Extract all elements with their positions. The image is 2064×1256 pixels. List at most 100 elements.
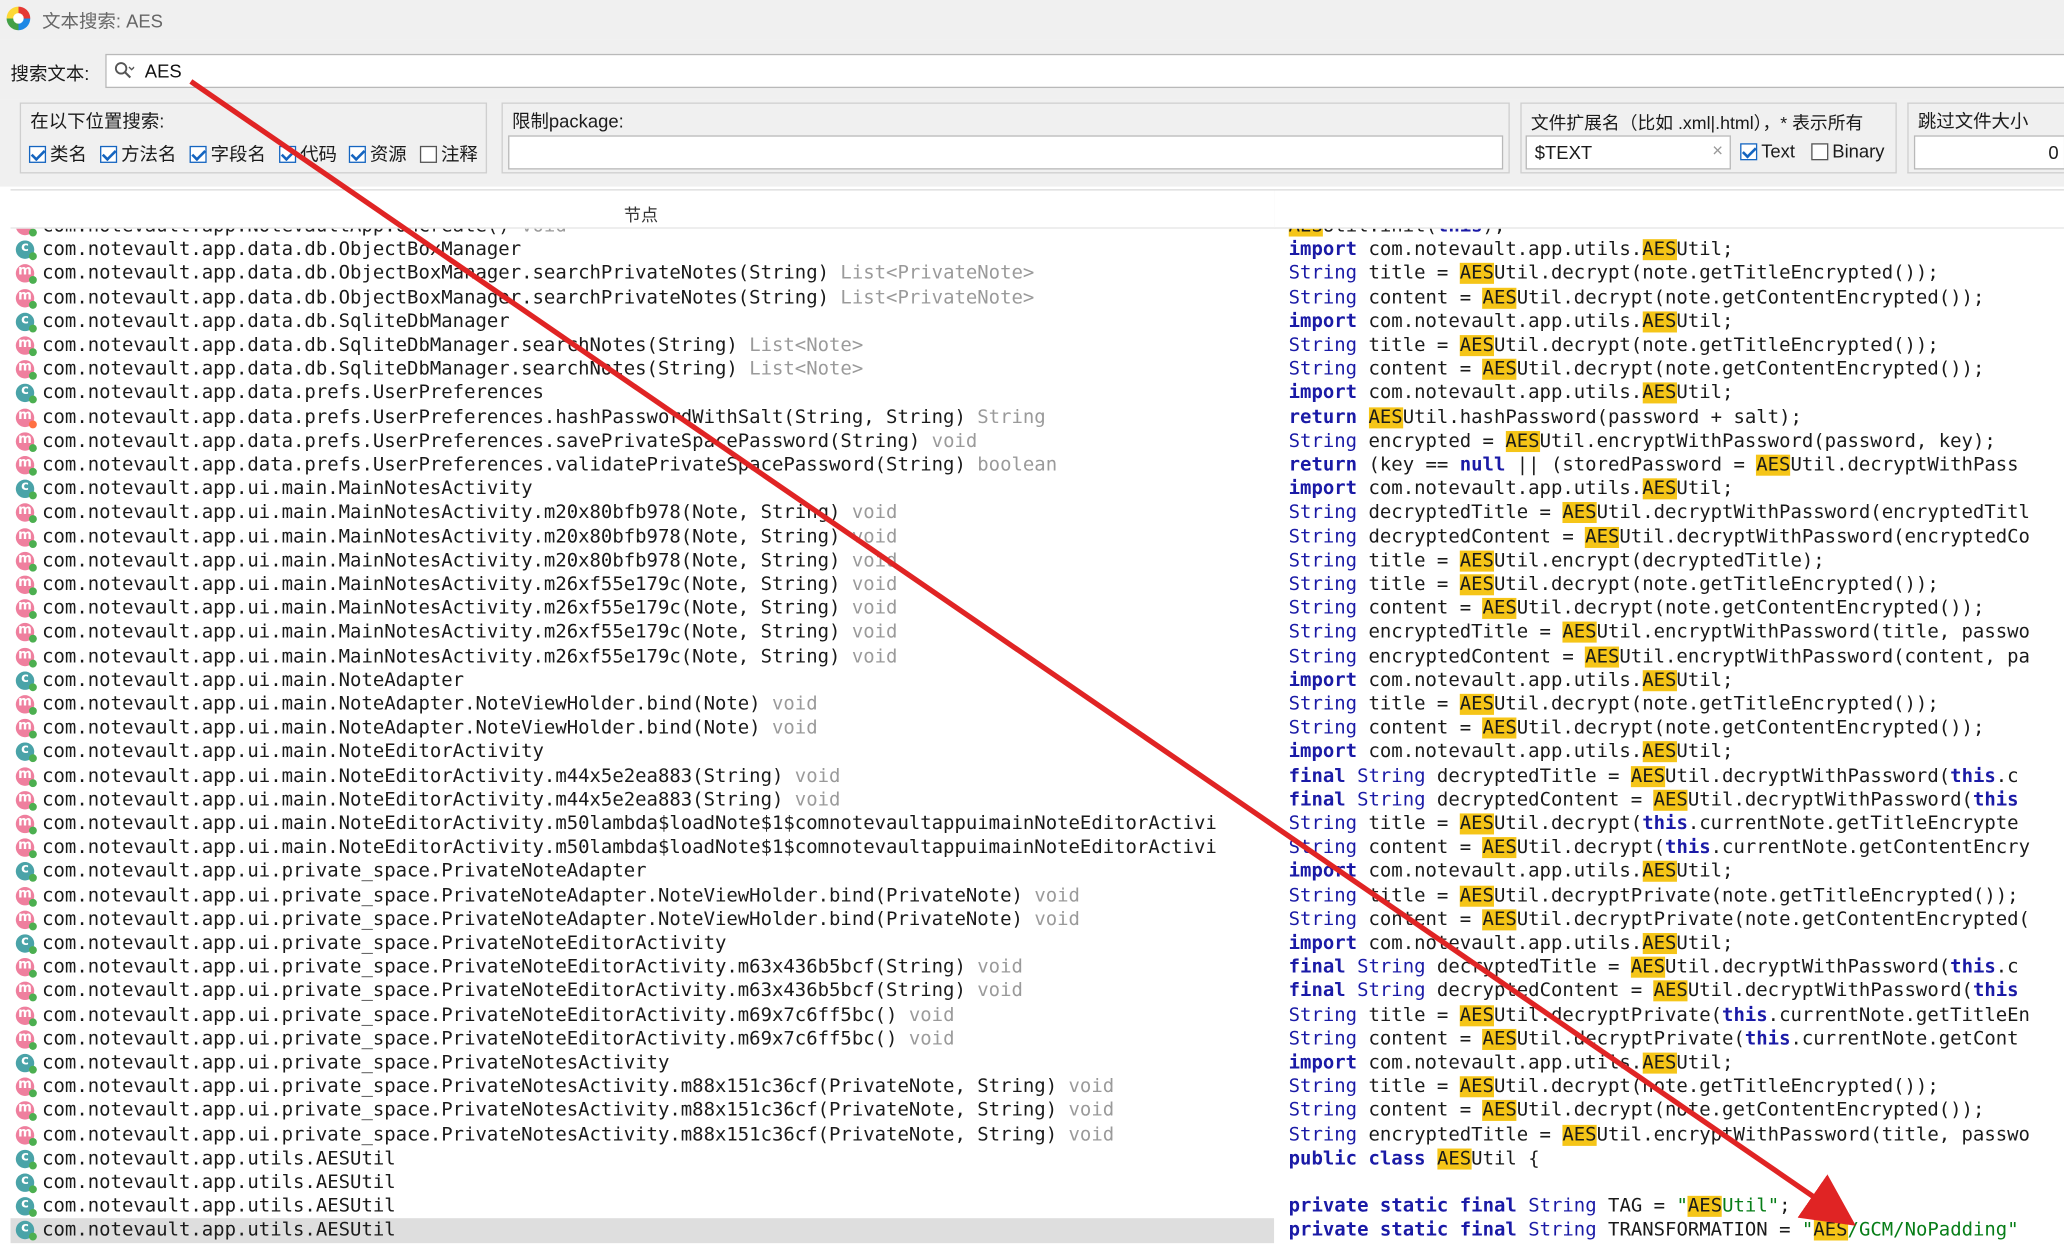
- node-row[interactable]: com.notevault.app.ui.main.MainNotesActiv…: [11, 549, 1275, 573]
- node-row[interactable]: com.notevault.app.ui.main.MainNotesActiv…: [11, 525, 1275, 549]
- code-line[interactable]: String decryptedTitle = AESUtil.decryptW…: [1289, 501, 2030, 525]
- node-row[interactable]: com.notevault.app.ui.main.MainNotesActiv…: [11, 501, 1275, 525]
- node-row[interactable]: com.notevault.app.data.prefs.UserPrefere…: [11, 429, 1275, 453]
- code-line[interactable]: String content = AESUtil.decrypt(note.ge…: [1289, 716, 1984, 740]
- scope-method-checkbox[interactable]: 方法名: [100, 141, 176, 167]
- node-row[interactable]: com.notevault.app.ui.main.NoteEditorActi…: [11, 740, 1275, 764]
- code-line[interactable]: String encryptedTitle = AESUtil.encryptW…: [1289, 621, 2030, 645]
- node-row[interactable]: com.notevault.app.ui.private_space.Priva…: [11, 1051, 1275, 1075]
- checkbox-checked-icon[interactable]: [28, 145, 47, 163]
- node-row[interactable]: com.notevault.app.ui.private_space.Priva…: [11, 980, 1275, 1004]
- code-line[interactable]: public class AESUtil {: [1289, 1147, 1540, 1171]
- scope-resource-checkbox[interactable]: 资源: [348, 141, 407, 167]
- node-row[interactable]: com.notevault.app.ui.private_space.Priva…: [11, 1075, 1275, 1099]
- checkbox-checked-icon[interactable]: [189, 145, 207, 163]
- scope-class-checkbox[interactable]: 类名: [28, 141, 87, 167]
- code-line[interactable]: String decryptedContent = AESUtil.decryp…: [1289, 525, 2030, 549]
- node-row[interactable]: com.notevault.app.ui.private_space.Priva…: [11, 908, 1275, 932]
- node-row[interactable]: com.notevault.app.data.db.SqliteDbManage…: [11, 358, 1275, 382]
- node-row[interactable]: com.notevault.app.utils.AESUtil: [11, 1171, 1275, 1195]
- node-row[interactable]: com.notevault.app.ui.private_space.Priva…: [11, 1003, 1275, 1027]
- node-row[interactable]: com.notevault.app.ui.main.MainNotesActiv…: [11, 477, 1275, 501]
- checkbox-checked-icon[interactable]: [279, 145, 297, 163]
- code-line[interactable]: final String decryptedTitle = AESUtil.de…: [1289, 956, 2019, 980]
- file-ext-input[interactable]: $TEXT ×: [1525, 135, 1731, 170]
- node-row[interactable]: com.notevault.app.utils.AESUtil: [11, 1147, 1275, 1171]
- node-row[interactable]: com.notevault.app.data.db.ObjectBoxManag…: [11, 262, 1275, 286]
- code-line[interactable]: final String decryptedContent = AESUtil.…: [1289, 788, 2019, 812]
- node-row[interactable]: com.notevault.app.utils.AESUtil: [11, 1195, 1275, 1219]
- node-row[interactable]: com.notevault.app.ui.private_space.Priva…: [11, 1123, 1275, 1147]
- checkbox-checked-icon[interactable]: [1740, 142, 1758, 160]
- node-row[interactable]: com.notevault.app.data.db.ObjectBoxManag…: [11, 286, 1275, 310]
- node-row[interactable]: com.notevault.app.ui.main.NoteEditorActi…: [11, 836, 1275, 860]
- code-line[interactable]: import com.notevault.app.utils.AESUtil;: [1289, 1051, 1733, 1075]
- code-preview-list[interactable]: AESUtil.init(this);import com.notevault.…: [1288, 220, 2064, 1256]
- code-line[interactable]: final String decryptedTitle = AESUtil.de…: [1289, 764, 2019, 788]
- code-line[interactable]: import com.notevault.app.utils.AESUtil;: [1289, 310, 1733, 334]
- node-row[interactable]: com.notevault.app.ui.main.NoteEditorActi…: [11, 788, 1275, 812]
- node-row[interactable]: com.notevault.app.ui.private_space.Priva…: [11, 884, 1275, 908]
- node-row[interactable]: com.notevault.app.ui.main.NoteAdapter.No…: [11, 716, 1275, 740]
- node-row[interactable]: com.notevault.app.data.db.SqliteDbManage…: [11, 334, 1275, 358]
- node-row[interactable]: com.notevault.app.ui.private_space.Priva…: [11, 956, 1275, 980]
- scope-code-checkbox[interactable]: 代码: [279, 141, 337, 167]
- code-line[interactable]: import com.notevault.app.utils.AESUtil;: [1289, 477, 1733, 501]
- code-line[interactable]: String title = AESUtil.decrypt(note.getT…: [1289, 1075, 1939, 1099]
- code-line[interactable]: import com.notevault.app.utils.AESUtil;: [1289, 238, 1733, 262]
- binary-checkbox[interactable]: Binary: [1811, 141, 1885, 162]
- node-row[interactable]: com.notevault.app.data.db.ObjectBoxManag…: [11, 238, 1275, 262]
- code-line[interactable]: return (key == null || (storedPassword =…: [1289, 453, 2019, 477]
- search-box[interactable]: [105, 53, 2064, 89]
- node-row[interactable]: com.notevault.app.ui.main.NoteEditorActi…: [11, 764, 1275, 788]
- code-line[interactable]: import com.notevault.app.utils.AESUtil;: [1289, 740, 1733, 764]
- code-line[interactable]: String content = AESUtil.decrypt(note.ge…: [1289, 286, 1984, 310]
- code-line[interactable]: return AESUtil.hashPassword(password + s…: [1289, 406, 1802, 430]
- node-row[interactable]: com.notevault.app.data.prefs.UserPrefere…: [11, 406, 1275, 430]
- scope-field-checkbox[interactable]: 字段名: [189, 141, 266, 167]
- node-list[interactable]: com.notevault.app.NotevaultApp.onCreate(…: [10, 220, 1275, 1256]
- node-row[interactable]: com.notevault.app.ui.main.NoteAdapter.No…: [11, 693, 1275, 717]
- code-line[interactable]: String title = AESUtil.encrypt(decrypted…: [1289, 549, 1825, 573]
- code-line[interactable]: final String decryptedContent = AESUtil.…: [1289, 980, 2019, 1004]
- node-row[interactable]: com.notevault.app.data.prefs.UserPrefere…: [11, 453, 1275, 477]
- search-icon[interactable]: [113, 60, 135, 81]
- code-line[interactable]: String content = AESUtil.decryptPrivate(…: [1289, 908, 2030, 932]
- code-line[interactable]: private static final String TRANSFORMATI…: [1289, 1219, 2019, 1243]
- node-row[interactable]: com.notevault.app.data.prefs.UserPrefere…: [11, 382, 1275, 406]
- code-line[interactable]: import com.notevault.app.utils.AESUtil;: [1289, 382, 1733, 406]
- checkbox-unchecked-icon[interactable]: [419, 145, 438, 163]
- code-line[interactable]: String content = AESUtil.decrypt(note.ge…: [1289, 1099, 1984, 1123]
- node-row[interactable]: com.notevault.app.ui.main.NoteEditorActi…: [11, 812, 1275, 836]
- code-line[interactable]: import com.notevault.app.utils.AESUtil;: [1289, 669, 1733, 693]
- text-checkbox[interactable]: Text: [1740, 141, 1795, 162]
- code-line[interactable]: String encryptedContent = AESUtil.encryp…: [1289, 645, 2030, 669]
- code-column-header[interactable]: [1274, 190, 2064, 229]
- clear-icon[interactable]: ×: [1712, 139, 1723, 160]
- checkbox-unchecked-icon[interactable]: [1811, 142, 1829, 160]
- node-row[interactable]: com.notevault.app.ui.main.MainNotesActiv…: [11, 597, 1275, 621]
- node-row[interactable]: com.notevault.app.ui.main.MainNotesActiv…: [11, 573, 1275, 597]
- checkbox-checked-icon[interactable]: [348, 145, 366, 163]
- code-line[interactable]: String encrypted = AESUtil.encryptWithPa…: [1289, 429, 1996, 453]
- code-line[interactable]: String title = AESUtil.decrypt(this.curr…: [1289, 812, 2019, 836]
- node-row[interactable]: com.notevault.app.utils.AESUtil: [10, 1218, 1275, 1243]
- code-line[interactable]: String encryptedTitle = AESUtil.encryptW…: [1289, 1123, 2030, 1147]
- search-input[interactable]: [142, 59, 1991, 83]
- node-column-header[interactable]: 节点: [10, 190, 1276, 229]
- code-line[interactable]: String title = AESUtil.decrypt(note.getT…: [1289, 262, 1939, 286]
- node-row[interactable]: com.notevault.app.ui.private_space.Priva…: [11, 860, 1275, 884]
- node-row[interactable]: com.notevault.app.ui.main.MainNotesActiv…: [11, 645, 1275, 669]
- code-line[interactable]: String content = AESUtil.decryptPrivate(…: [1289, 1027, 2019, 1051]
- code-line[interactable]: import com.notevault.app.utils.AESUtil;: [1289, 860, 1733, 884]
- node-row[interactable]: com.notevault.app.ui.main.NoteAdapter: [11, 669, 1275, 693]
- node-row[interactable]: com.notevault.app.ui.private_space.Priva…: [11, 1099, 1275, 1123]
- code-line[interactable]: String title = AESUtil.decryptPrivate(th…: [1289, 1003, 2030, 1027]
- code-line[interactable]: private static final String TAG = "AESUt…: [1289, 1195, 1791, 1219]
- skip-size-input[interactable]: 0: [1913, 135, 2064, 170]
- scope-comment-checkbox[interactable]: 注释: [419, 141, 478, 167]
- checkbox-checked-icon[interactable]: [100, 145, 118, 163]
- code-line[interactable]: String content = AESUtil.decrypt(this.cu…: [1289, 836, 2030, 860]
- code-line[interactable]: String title = AESUtil.decryptPrivate(no…: [1289, 884, 2019, 908]
- code-line[interactable]: String title = AESUtil.decrypt(note.getT…: [1289, 573, 1939, 597]
